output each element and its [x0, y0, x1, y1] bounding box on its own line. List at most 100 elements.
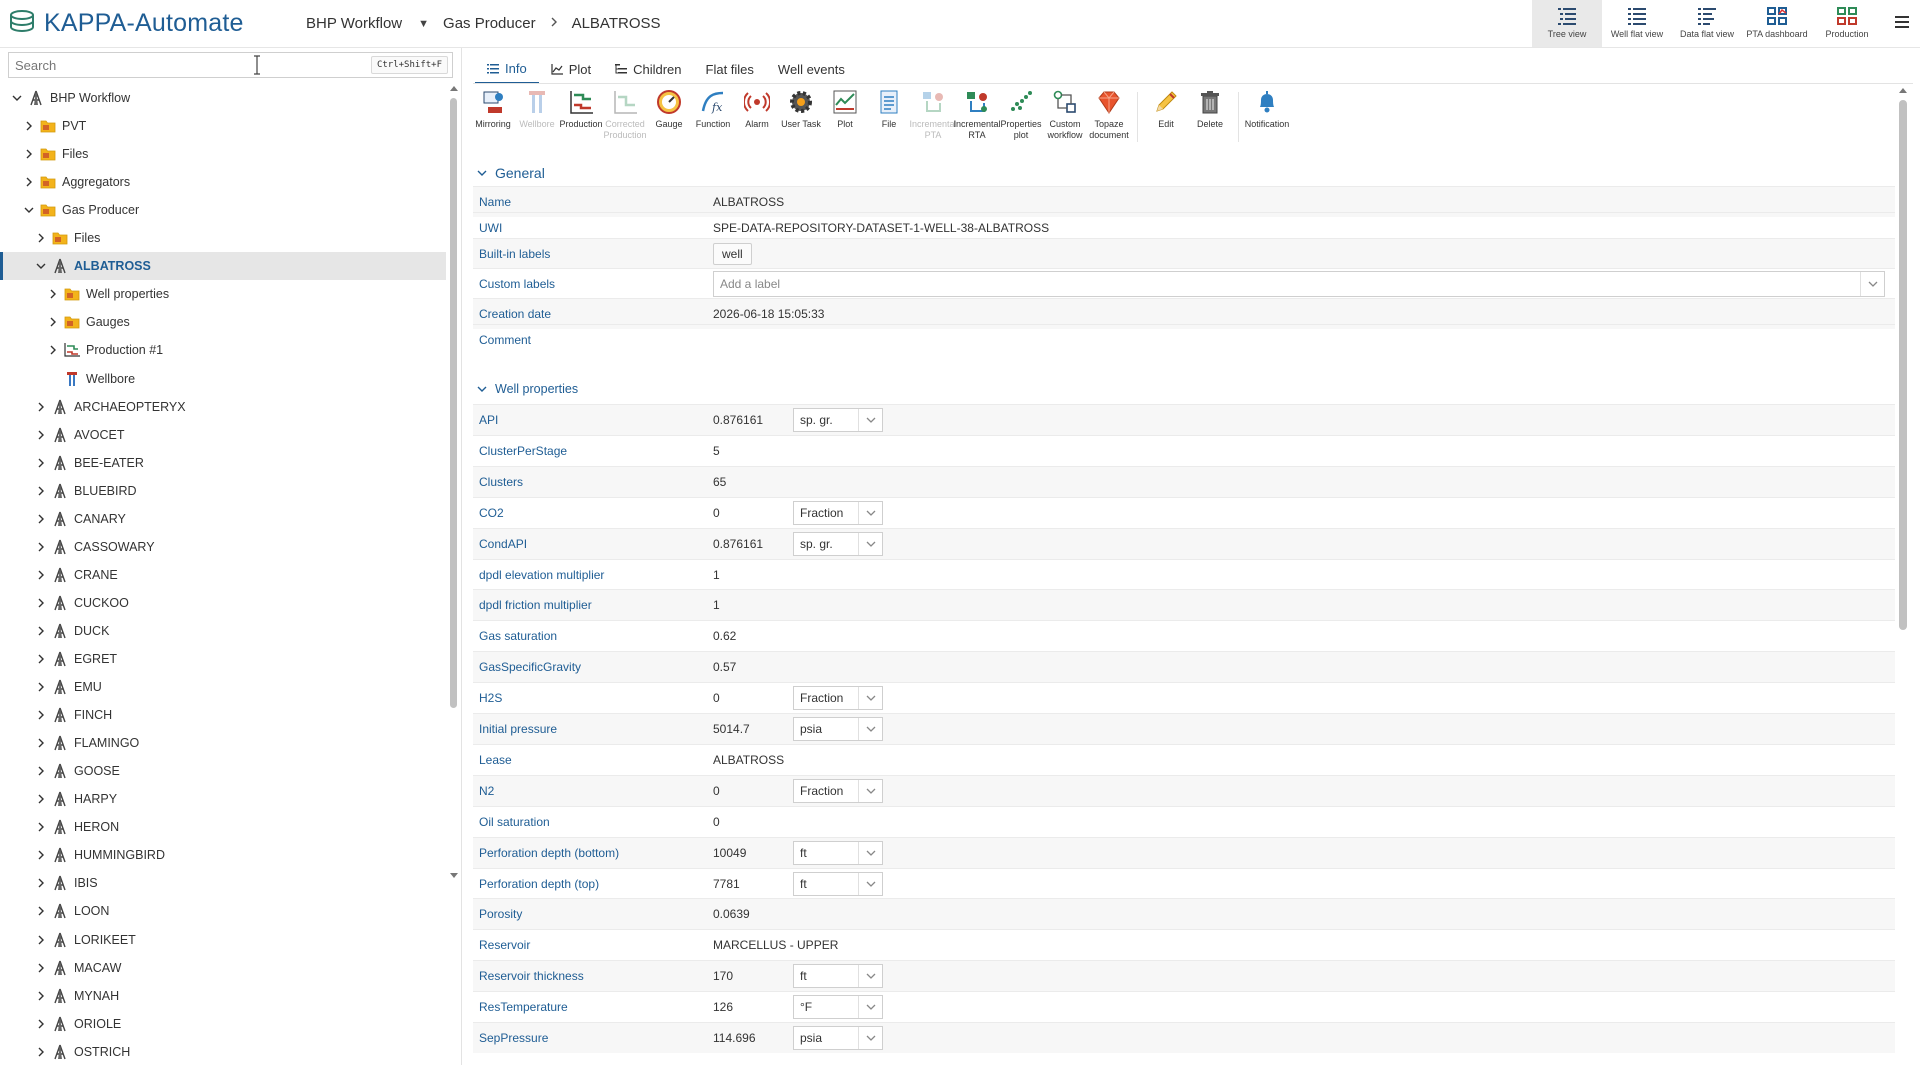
chevron-right-icon[interactable] — [34, 961, 48, 975]
pta-dashboard-button[interactable]: PTA dashboard — [1742, 0, 1812, 47]
chevron-right-icon[interactable] — [34, 820, 48, 834]
topaze-document-button[interactable]: Topaze document — [1087, 88, 1131, 152]
chevron-right-icon[interactable] — [34, 484, 48, 498]
unit-select-co2[interactable]: Fraction — [793, 500, 883, 525]
tree-node-bee-eater[interactable]: BEE-EATER — [0, 449, 446, 477]
chevron-down-icon[interactable] — [10, 91, 24, 105]
chevron-right-icon[interactable] — [34, 400, 48, 414]
function-button[interactable]: fx Function — [691, 88, 735, 152]
chevron-right-icon[interactable] — [34, 1045, 48, 1059]
chevron-down-icon[interactable] — [34, 259, 48, 273]
tree-view-button[interactable]: Tree view — [1532, 0, 1602, 47]
app-logo[interactable]: KAPPA-Automate — [8, 8, 244, 39]
data-flat-view-button[interactable]: Data flat view — [1672, 0, 1742, 47]
tree-node-lorikeet[interactable]: LORIKEET — [0, 926, 446, 954]
tree-scrollbar[interactable] — [449, 84, 459, 1064]
built-in-label-chip[interactable]: well — [713, 243, 752, 265]
chevron-down-icon[interactable] — [858, 532, 882, 555]
chevron-right-icon[interactable] — [34, 989, 48, 1003]
tree-node-cuckoo[interactable]: CUCKOO — [0, 589, 446, 617]
custom-workflow-button[interactable]: Custom workflow — [1043, 88, 1087, 152]
tree-node-emu[interactable]: EMU — [0, 673, 446, 701]
tree-node-goose[interactable]: GOOSE — [0, 757, 446, 785]
tree-node-archaeopteryx[interactable]: ARCHAEOPTERYX — [0, 393, 446, 421]
chevron-down-icon[interactable] — [858, 687, 882, 710]
tree-node-canary[interactable]: CANARY — [0, 505, 446, 533]
chevron-right-icon[interactable] — [46, 343, 60, 357]
chevron-right-icon[interactable] — [46, 287, 60, 301]
menu-button[interactable] — [1894, 14, 1910, 33]
tree-node-albatross[interactable]: ALBATROSS — [0, 252, 446, 281]
chevron-down-icon[interactable] — [858, 779, 882, 802]
chevron-right-icon[interactable] — [34, 848, 48, 862]
chevron-right-icon[interactable] — [34, 568, 48, 582]
tree-node-bluebird[interactable]: BLUEBIRD — [0, 477, 446, 505]
chevron-down-icon[interactable] — [858, 872, 882, 895]
scroll-down-icon[interactable] — [450, 872, 458, 880]
tree-node-bhp-workflow[interactable]: BHP Workflow — [0, 84, 446, 112]
chevron-right-icon[interactable] — [34, 680, 48, 694]
chevron-down-icon[interactable] — [858, 965, 882, 988]
tree-node-hummingbird[interactable]: HUMMINGBIRD — [0, 841, 446, 869]
chevron-right-icon[interactable] — [22, 175, 36, 189]
tree-node-production-1[interactable]: Production #1 — [0, 336, 446, 364]
chevron-right-icon[interactable] — [34, 792, 48, 806]
chevron-down-icon[interactable] — [858, 996, 882, 1019]
tab-plot[interactable]: Plot — [539, 54, 603, 84]
tab-flat-files[interactable]: Flat files — [694, 54, 766, 84]
edit-button[interactable]: Edit — [1144, 88, 1188, 152]
unit-select-reservoir-thickness[interactable]: ft — [793, 964, 883, 989]
unit-select-seppressure[interactable]: psia — [793, 1026, 883, 1050]
delete-button[interactable]: Delete — [1188, 88, 1232, 152]
file-button[interactable]: File — [867, 88, 911, 152]
chevron-right-icon[interactable] — [22, 119, 36, 133]
breadcrumb-item-albatross[interactable]: ALBATROSS — [572, 15, 661, 32]
chevron-down-icon[interactable] — [858, 501, 882, 524]
caret-down-icon[interactable]: ▼ — [418, 18, 429, 30]
incremental-rta-button[interactable]: Incremental RTA — [953, 88, 1001, 152]
tree-node-files[interactable]: Files — [0, 140, 446, 168]
chevron-right-icon[interactable] — [34, 736, 48, 750]
chevron-right-icon[interactable] — [34, 456, 48, 470]
chevron-right-icon[interactable] — [46, 315, 60, 329]
chevron-right-icon[interactable] — [22, 147, 36, 161]
tree-node-ibis[interactable]: IBIS — [0, 869, 446, 897]
chevron-right-icon[interactable] — [34, 904, 48, 918]
tree-node-files[interactable]: Files — [0, 224, 446, 252]
tree-node-finch[interactable]: FINCH — [0, 701, 446, 729]
tree-node-ostrich[interactable]: OSTRICH — [0, 1038, 446, 1064]
unit-select-n2[interactable]: Fraction — [793, 778, 883, 803]
general-section-header[interactable]: General — [473, 160, 1895, 186]
tree-node-egret[interactable]: EGRET — [0, 645, 446, 673]
breadcrumb-item-gas-producer[interactable]: Gas Producer — [443, 15, 536, 32]
chevron-down-icon[interactable] — [22, 203, 36, 217]
tree-node-avocet[interactable]: AVOCET — [0, 421, 446, 449]
production-button[interactable]: Production — [559, 88, 603, 152]
chevron-right-icon[interactable] — [34, 624, 48, 638]
chevron-right-icon[interactable] — [34, 231, 48, 245]
chevron-down-icon[interactable] — [858, 409, 882, 431]
chevron-right-icon[interactable] — [34, 708, 48, 722]
search-input[interactable] — [9, 53, 369, 77]
incremental-pta-button[interactable]: Incremental PTA — [909, 88, 957, 152]
tree-node-gauges[interactable]: Gauges — [0, 308, 446, 336]
alarm-button[interactable]: Alarm — [735, 88, 779, 152]
tree-node-gas-producer[interactable]: Gas Producer — [0, 196, 446, 224]
mirroring-button[interactable]: Mirroring — [471, 88, 515, 152]
breadcrumb-item-bhp-workflow[interactable]: BHP Workflow — [306, 15, 402, 32]
user-task-button[interactable]: User Task — [779, 88, 823, 152]
tree-node-flamingo[interactable]: FLAMINGO — [0, 729, 446, 757]
chevron-right-icon[interactable] — [34, 933, 48, 947]
chevron-right-icon[interactable] — [34, 876, 48, 890]
tree-node-cassowary[interactable]: CASSOWARY — [0, 533, 446, 561]
tree-node-heron[interactable]: HERON — [0, 813, 446, 841]
unit-select-h2s[interactable]: Fraction — [793, 686, 883, 711]
chevron-right-icon[interactable] — [34, 428, 48, 442]
chevron-right-icon[interactable] — [34, 596, 48, 610]
detail-scrollbar[interactable] — [1896, 86, 1910, 1064]
chevron-down-icon[interactable] — [858, 718, 882, 740]
tree-node-macaw[interactable]: MACAW — [0, 954, 446, 982]
chevron-right-icon[interactable] — [34, 764, 48, 778]
chevron-right-icon[interactable] — [34, 652, 48, 666]
production-view-button[interactable]: Production — [1812, 0, 1882, 47]
